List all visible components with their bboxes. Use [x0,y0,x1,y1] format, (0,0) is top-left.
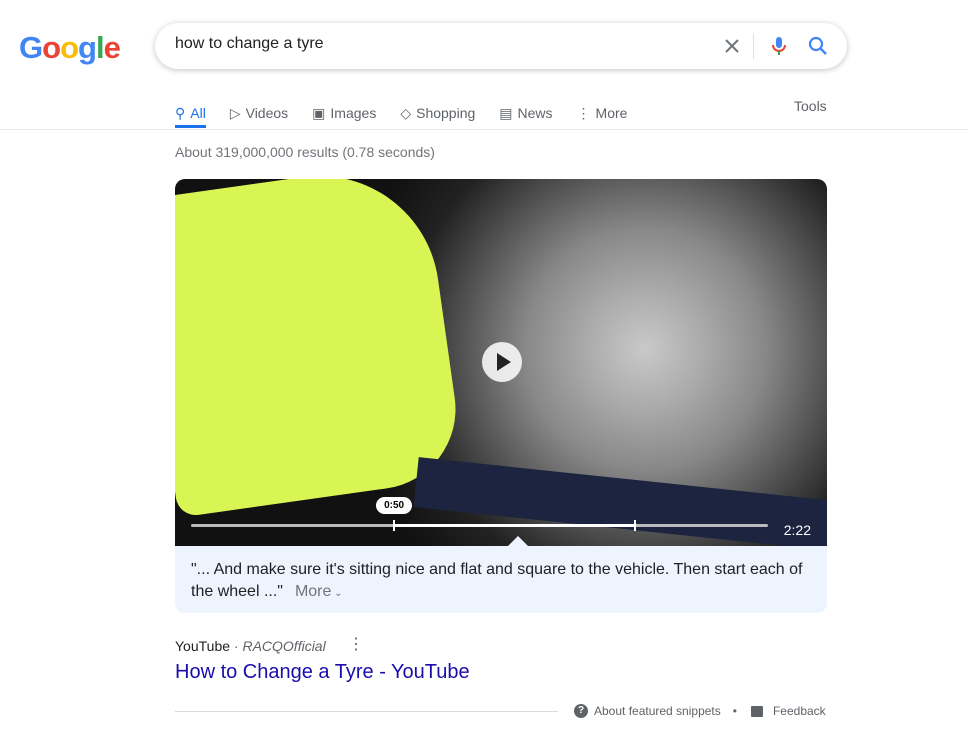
more-label: More [294,583,332,600]
current-time-bubble: 0:50 [376,497,413,514]
segment-start-marker [393,520,396,531]
quote-text: "... And make sure it's sitting nice and… [191,561,803,600]
tools-button[interactable]: Tools [794,98,827,114]
image-icon: ▣ [312,104,326,121]
tab-more[interactable]: ⋮ More [577,98,628,128]
video-player[interactable]: 0:50 2:22 [175,179,827,546]
microphone-icon[interactable] [767,34,791,58]
channel-name: RACQOfficial [242,638,326,654]
result-stats: About 319,000,000 results (0.78 seconds) [175,144,435,160]
video-icon: ▷ [229,104,241,121]
tab-label: All [190,105,206,121]
more-options-icon[interactable]: ⋮ [348,634,364,654]
news-icon: ▤ [499,104,513,121]
search-icon[interactable] [806,34,830,58]
chevron-down-icon: ⌄ [331,588,343,599]
separator-dot: • [732,704,737,718]
tab-images[interactable]: ▣ Images [312,98,376,128]
source-name: YouTube [175,638,231,654]
feedback-link[interactable]: Feedback [773,704,826,718]
pointer-arrow [508,536,528,546]
segment-end-marker [634,520,637,531]
search-input[interactable] [175,35,695,53]
clear-icon[interactable] [720,34,744,58]
tab-shopping[interactable]: ◇ Shopping [400,98,475,128]
tab-all[interactable]: ⚲ All [175,98,206,128]
divider [0,129,968,130]
tab-label: Images [330,105,377,121]
divider [753,33,754,59]
result-title-link[interactable]: How to Change a Tyre - YouTube [175,661,470,684]
tab-label: Videos [245,105,289,121]
result-source: YouTube · RACQOfficial [175,638,326,654]
tag-icon: ◇ [400,104,412,121]
google-logo[interactable]: Google [19,30,121,66]
search-box [155,23,847,69]
video-duration: 2:22 [783,522,811,538]
search-icon: ⚲ [175,104,186,121]
featured-snippet: 0:50 2:22 "... And make sure it's sittin… [175,179,827,613]
highlighted-segment [394,524,636,527]
snippet-quote: "... And make sure it's sitting nice and… [191,559,811,605]
play-icon[interactable] [482,342,522,382]
about-featured-snippets-link[interactable]: About featured snippets [594,704,721,718]
tab-label: Shopping [416,105,476,121]
divider [175,711,558,712]
tab-label: News [517,105,553,121]
video-thumbnail-detail [413,457,827,546]
snippet-footer: ? About featured snippets • Feedback [574,704,826,718]
tab-news[interactable]: ▤ News [499,98,552,128]
more-vert-icon: ⋮ [576,104,591,121]
more-button[interactable]: More ⌄ [295,583,343,600]
video-progress-bar[interactable]: 0:50 [191,497,768,531]
feedback-icon [750,705,763,717]
search-tabs: ⚲ All ▷ Videos ▣ Images ◇ Shopping ▤ News ⋮ Mo… [175,98,651,128]
help-icon: ? [574,704,588,718]
tab-label: More [595,105,628,121]
tab-videos[interactable]: ▷ Videos [230,98,288,128]
